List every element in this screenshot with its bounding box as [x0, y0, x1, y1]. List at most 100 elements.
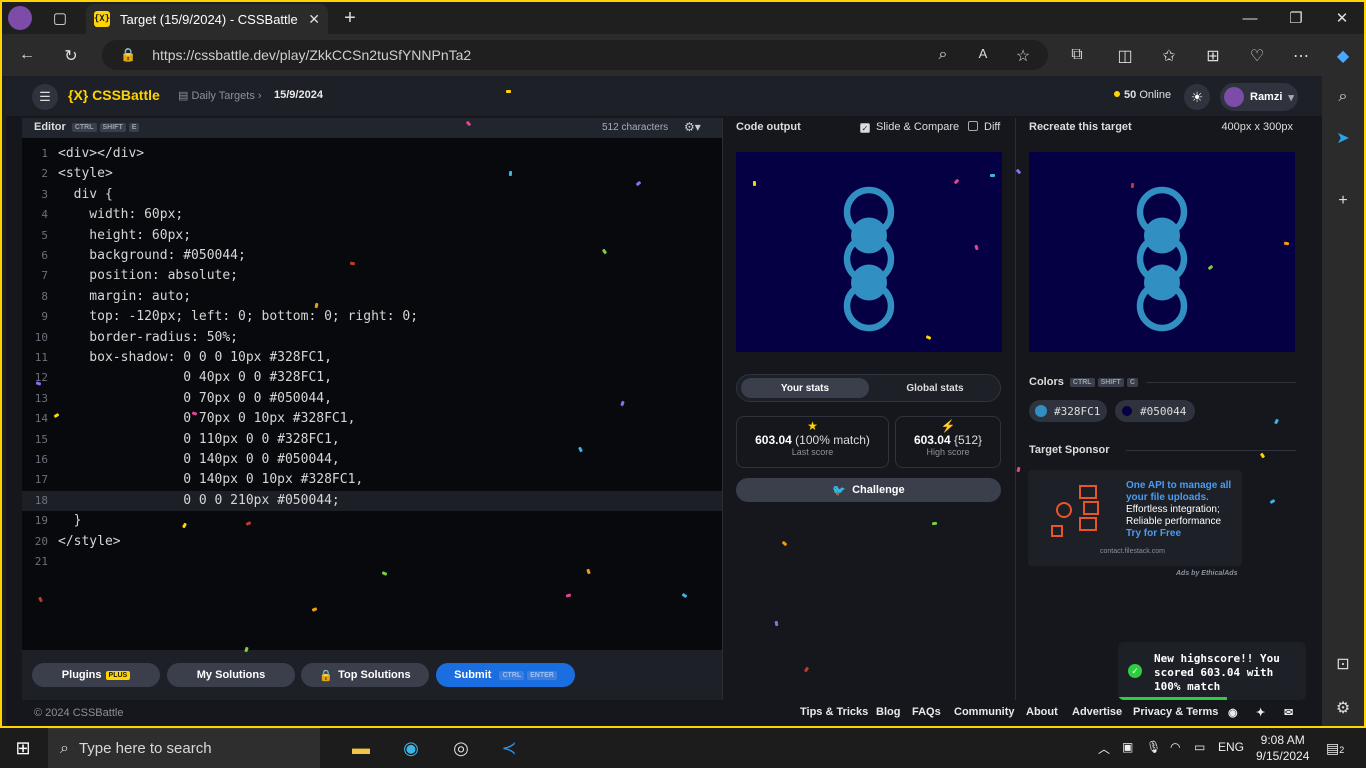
- footer-link-tips[interactable]: Tips & Tricks: [800, 706, 868, 718]
- performance-icon[interactable]: ♡: [1246, 46, 1268, 66]
- taskbar-search[interactable]: ⌕ Type here to search: [48, 728, 320, 768]
- slide-compare-toggle[interactable]: ✓ Slide & Compare: [860, 121, 959, 133]
- new-tab-icon[interactable]: +: [338, 6, 362, 30]
- close-tab-icon[interactable]: ✕: [308, 11, 320, 28]
- code-line[interactable]: 14 0 70px 0 10px #328FC1,: [22, 409, 722, 429]
- code-line[interactable]: 17 0 140px 0 10px #328FC1,: [22, 470, 722, 490]
- read-aloud-icon[interactable]: A: [972, 46, 994, 61]
- submit-button[interactable]: Submit CTRL ENTER: [436, 663, 575, 687]
- color-swatch[interactable]: #050044: [1115, 400, 1195, 422]
- address-bar[interactable]: 🔒 https://cssbattle.dev/play/ZkkCCSn2tuS…: [102, 40, 1048, 70]
- code-line[interactable]: 4 width: 60px;: [22, 205, 722, 225]
- restore-icon[interactable]: ❐: [1286, 8, 1306, 28]
- code-line[interactable]: 18 0 0 0 210px #050044;: [22, 490, 722, 511]
- code-line[interactable]: 8 margin: auto;: [22, 287, 722, 307]
- tab-your-stats[interactable]: Your stats: [741, 378, 869, 398]
- code-line[interactable]: 1 <div></div>: [22, 144, 722, 164]
- code-line[interactable]: 6 background: #050044;: [22, 246, 722, 266]
- panel-divider[interactable]: [1015, 118, 1016, 700]
- footer-link-faqs[interactable]: FAQs: [912, 706, 941, 718]
- code-line[interactable]: 12 0 40px 0 0 #328FC1,: [22, 368, 722, 388]
- sponsor-link[interactable]: Try for Free: [1126, 528, 1181, 539]
- code-line[interactable]: 11 box-shadow: 0 0 0 10px #328FC1,: [22, 348, 722, 368]
- plugins-button[interactable]: Plugins PLUS: [32, 663, 160, 687]
- top-solutions-button[interactable]: 🔒 Top Solutions: [301, 663, 429, 687]
- profile-avatar-icon[interactable]: [8, 6, 32, 30]
- code-line[interactable]: 20 </style>: [22, 532, 722, 552]
- footer-link-advertise[interactable]: Advertise: [1072, 706, 1122, 718]
- code-output-canvas[interactable]: [736, 152, 1002, 352]
- copilot-icon[interactable]: ◆: [1332, 46, 1354, 66]
- more-menu-icon[interactable]: ⋯: [1290, 46, 1312, 66]
- code-line[interactable]: 7 position: absolute;: [22, 266, 722, 286]
- line-number: 6: [41, 249, 48, 262]
- code-line[interactable]: 13 0 70px 0 0 #050044,: [22, 389, 722, 409]
- refresh-icon[interactable]: ↻: [60, 46, 82, 66]
- file-explorer-icon[interactable]: ▬: [348, 736, 374, 760]
- split-screen-icon[interactable]: ◫: [1114, 46, 1136, 66]
- tab-global-stats[interactable]: Global stats: [871, 378, 999, 398]
- color-swatch[interactable]: #328FC1: [1029, 400, 1107, 422]
- vscode-icon[interactable]: ≺: [496, 736, 522, 760]
- breadcrumb-daily-targets[interactable]: ▤ Daily Targets ›: [178, 89, 262, 102]
- code-line[interactable]: 10 border-radius: 50%;: [22, 328, 722, 348]
- code-line[interactable]: 15 0 110px 0 0 #328FC1,: [22, 430, 722, 450]
- back-icon[interactable]: ←: [16, 46, 38, 64]
- add-sidebar-app-icon[interactable]: +: [1332, 192, 1354, 210]
- code-line[interactable]: 16 0 140px 0 0 #050044,: [22, 450, 722, 470]
- user-menu[interactable]: Ramzi ▾: [1220, 83, 1298, 111]
- edge-browser-icon[interactable]: ◉: [398, 736, 424, 760]
- code-line[interactable]: 5 height: 60px;: [22, 226, 722, 246]
- target-canvas[interactable]: [1029, 152, 1295, 352]
- obs-recorder-icon[interactable]: ◎: [448, 736, 474, 760]
- code-line[interactable]: 2 <style>: [22, 164, 722, 184]
- code-editor[interactable]: 1 <div></div> 2 <style> 3 div {4 width: 60px…: [22, 138, 722, 650]
- footer-link-community[interactable]: Community: [954, 706, 1015, 718]
- footer-link-about[interactable]: About: [1026, 706, 1058, 718]
- mail-icon[interactable]: ✉: [1284, 706, 1293, 719]
- tab-actions-icon[interactable]: ▢: [50, 8, 70, 28]
- theme-toggle-sun-icon[interactable]: ☀: [1184, 84, 1210, 110]
- network-warning-icon[interactable]: ▣: [1122, 740, 1133, 754]
- close-window-icon[interactable]: ✕: [1332, 8, 1352, 28]
- zoom-icon[interactable]: ⌕: [932, 46, 954, 64]
- editor-settings-gear-icon[interactable]: ⚙▾: [684, 120, 701, 134]
- checkbox-unchecked-icon[interactable]: [968, 121, 978, 131]
- sponsor-ad[interactable]: One API to manage all your file uploads.…: [1028, 470, 1242, 566]
- wifi-icon[interactable]: ◠: [1170, 740, 1180, 754]
- cssbattle-logo[interactable]: {X} CSSBattle: [68, 87, 160, 103]
- twitter-icon[interactable]: ✦: [1256, 706, 1265, 719]
- footer-link-blog[interactable]: Blog: [876, 706, 900, 718]
- challenge-button[interactable]: 🐦 Challenge: [736, 478, 1001, 502]
- hamburger-menu-icon[interactable]: ☰: [32, 84, 58, 110]
- notifications-icon[interactable]: ▤2: [1326, 740, 1344, 757]
- telegram-icon[interactable]: ➤: [1332, 128, 1354, 148]
- favorites-icon[interactable]: ✩: [1158, 46, 1180, 66]
- favorite-star-icon[interactable]: ☆: [1012, 46, 1034, 66]
- diff-toggle[interactable]: Diff: [968, 121, 1000, 133]
- battery-icon[interactable]: ▭: [1194, 740, 1205, 754]
- clock[interactable]: 9:08 AM 9/15/2024: [1256, 732, 1309, 764]
- language-indicator[interactable]: ENG: [1218, 740, 1244, 754]
- extensions-icon[interactable]: ⧉: [1066, 46, 1088, 64]
- footer-link-privacy[interactable]: Privacy & Terms: [1133, 706, 1218, 718]
- collections-icon[interactable]: ⊞: [1202, 46, 1224, 66]
- minimize-icon[interactable]: —: [1240, 8, 1260, 28]
- ethical-ads-label[interactable]: Ads by EthicalAds: [1176, 570, 1237, 577]
- highscore-toast[interactable]: ✓ New highscore!! You scored 603.04 with…: [1118, 642, 1306, 700]
- code-line[interactable]: 3 div {: [22, 185, 722, 205]
- code-line[interactable]: 21: [22, 552, 722, 572]
- windows-start-icon[interactable]: ⊞: [10, 736, 36, 760]
- checkbox-checked-icon[interactable]: ✓: [860, 123, 870, 133]
- settings-gear-icon[interactable]: ⚙: [1332, 698, 1354, 718]
- my-solutions-button[interactable]: My Solutions: [167, 663, 295, 687]
- tray-chevron-icon[interactable]: ︿: [1098, 740, 1110, 757]
- search-icon[interactable]: ⌕: [1332, 88, 1354, 106]
- panel-divider[interactable]: [722, 118, 723, 700]
- screenshot-icon[interactable]: ⊡: [1332, 654, 1354, 674]
- code-line[interactable]: 19 }: [22, 511, 722, 531]
- microphone-icon[interactable]: 🎙: [1146, 740, 1161, 754]
- browser-tab[interactable]: {X} Target (15/9/2024) - CSSBattle ✕: [86, 4, 328, 34]
- discord-icon[interactable]: ◉: [1228, 706, 1238, 719]
- code-line[interactable]: 9 top: -120px; left: 0; bottom: 0; right…: [22, 307, 722, 327]
